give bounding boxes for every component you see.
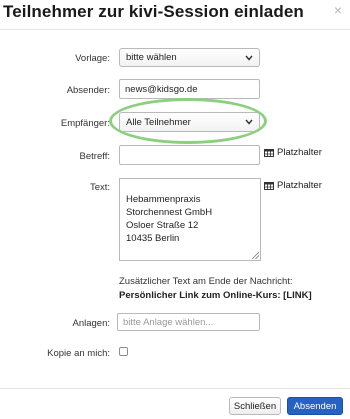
empfaenger-select-value: Alle Teilnehmer [126,116,191,128]
empfaenger-select[interactable]: Alle Teilnehmer [119,112,260,132]
extra-text-heading: Zusätzlicher Text am Ende der Nachricht: [119,276,293,287]
text-line: Hebammenpraxis [126,194,201,205]
close-button[interactable]: Schließen [229,397,281,415]
text-line: Osloer Straße 12 [126,220,199,231]
betreff-placeholder-label: Platzhalter [277,147,322,158]
extra-text-link-line: Persönlicher Link zum Online-Kurs: [LINK… [119,290,312,301]
vorlage-label: Vorlage: [75,53,110,64]
chevron-down-icon [245,55,253,61]
table-icon [264,181,274,190]
kopie-label: Kopie an mich: [47,348,110,359]
anlagen-placeholder: bitte Anlage wählen... [123,316,214,328]
betreff-placeholder-button[interactable]: Platzhalter [264,147,322,158]
text-line: 10435 Berlin [126,233,180,244]
text-label: Text: [89,182,110,193]
footer-divider [0,388,350,389]
resize-handle[interactable] [252,252,259,259]
vorlage-select[interactable]: bitte wählen [119,48,260,67]
text-line: Storchennest GmbH [126,207,213,218]
vorlage-select-value: bitte wählen [126,52,177,63]
empfaenger-label: Empfänger: [60,118,110,129]
absender-field[interactable]: news@kidsgo.de [119,79,260,99]
anlagen-field[interactable]: bitte Anlage wählen... [117,313,260,331]
kopie-checkbox[interactable] [119,347,128,356]
send-button[interactable]: Absenden [287,397,343,415]
absender-value: news@kidsgo.de [125,83,198,95]
table-icon [264,148,274,157]
chevron-down-icon [245,119,253,125]
close-icon[interactable]: × [334,2,342,18]
invite-dialog: Teilnehmer zur kivi-Session einladen × V… [0,0,350,419]
text-area[interactable]: Hebammenpraxis Storchennest GmbH Osloer … [119,178,261,261]
betreff-field[interactable] [119,145,260,165]
text-placeholder-button[interactable]: Platzhalter [264,180,322,191]
betreff-label: Betreff: [79,151,110,162]
anlagen-label: Anlagen: [72,318,110,329]
header-divider [0,29,350,30]
dialog-title: Teilnehmer zur kivi-Session einladen [3,2,304,21]
absender-label: Absender: [66,85,110,96]
text-placeholder-label: Platzhalter [277,180,322,191]
